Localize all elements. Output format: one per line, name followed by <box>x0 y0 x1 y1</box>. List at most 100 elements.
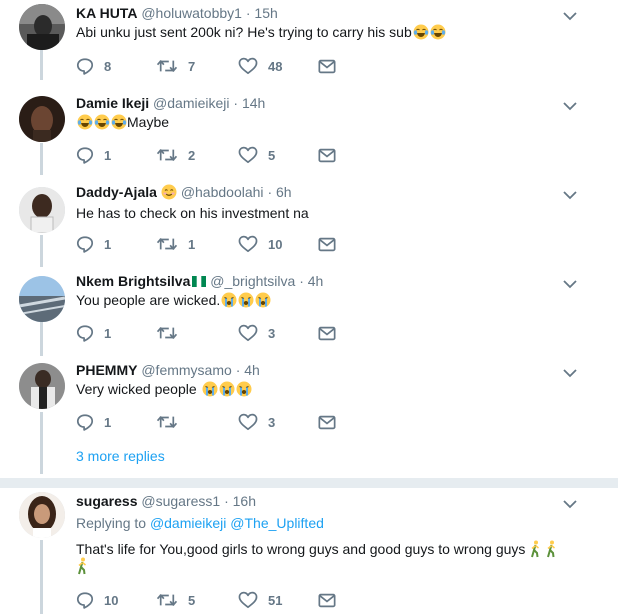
chevron-down-icon[interactable] <box>562 278 578 290</box>
chevron-down-icon[interactable] <box>562 10 578 22</box>
like-button[interactable]: 10 <box>238 234 282 254</box>
dm-icon <box>318 148 336 163</box>
like-icon <box>238 57 258 75</box>
reply-button[interactable]: 10 <box>76 590 118 610</box>
laughing-emoji <box>77 114 93 130</box>
username[interactable]: @femmysamo <box>141 362 231 378</box>
reply-count: 1 <box>104 147 112 163</box>
mention-link[interactable]: @The_Uplifted <box>230 515 324 531</box>
username[interactable]: @holuwatobby1 <box>141 5 242 21</box>
conversation-separator <box>0 478 618 488</box>
reply-button[interactable]: 1 <box>76 412 111 432</box>
retweet-icon <box>156 324 178 342</box>
tweet-text: That's life for You,good girls to wrong … <box>76 540 557 558</box>
display-name[interactable]: Damie Ikeji <box>76 95 149 111</box>
like-button[interactable]: 51 <box>238 590 282 610</box>
timestamp[interactable]: 4h <box>244 362 260 378</box>
tweet-item[interactable]: KA HUTA @holuwatobby1 · 15h Abi unku jus… <box>0 0 618 90</box>
tweet-item[interactable]: Daddy-Ajala @habdoolahi · 6h He has to c… <box>0 179 618 269</box>
separator-dot: · <box>235 362 241 378</box>
replying-to-label: Replying to <box>76 515 147 531</box>
dm-icon <box>318 237 336 252</box>
retweet-count: 7 <box>188 58 196 74</box>
like-icon <box>238 235 258 253</box>
reply-icon <box>76 324 94 342</box>
display-name[interactable]: sugaress <box>76 493 137 509</box>
display-name[interactable]: Daddy-Ajala <box>76 184 157 200</box>
avatar[interactable] <box>19 4 65 50</box>
tweet-text: Abi unku just sent 200k ni? He's trying … <box>76 24 446 40</box>
tweet-actions: 1 3 <box>76 323 346 343</box>
timestamp[interactable]: 16h <box>233 493 256 509</box>
reply-icon <box>76 146 94 164</box>
retweet-button[interactable]: 1 <box>156 234 195 254</box>
timestamp[interactable]: 6h <box>276 184 292 200</box>
username[interactable]: @damieikeji <box>153 95 229 111</box>
retweet-button[interactable]: 7 <box>156 56 195 76</box>
retweet-count: 1 <box>188 236 196 252</box>
username[interactable]: @sugaress1 <box>141 493 220 509</box>
chevron-down-icon[interactable] <box>562 189 578 201</box>
dm-icon <box>318 593 336 608</box>
retweet-button[interactable]: 2 <box>156 145 195 165</box>
tweet-item[interactable]: Nkem Brightsilva @_brightsilva · 4h You … <box>0 268 618 358</box>
like-icon <box>238 324 258 342</box>
retweet-button[interactable]: 5 <box>156 590 195 610</box>
like-button[interactable]: 3 <box>238 412 275 432</box>
laughing-emoji <box>430 24 446 40</box>
avatar[interactable] <box>19 276 65 322</box>
tweet-header: KA HUTA @holuwatobby1 · 15h <box>76 5 278 21</box>
dm-icon <box>318 326 336 341</box>
chevron-down-icon[interactable] <box>562 367 578 379</box>
tweet-text: Maybe <box>76 114 169 130</box>
username[interactable]: @habdoolahi <box>181 184 264 200</box>
timestamp[interactable]: 14h <box>242 95 265 111</box>
avatar[interactable] <box>19 363 65 409</box>
laughing-emoji <box>413 24 429 40</box>
reply-button[interactable]: 1 <box>76 145 111 165</box>
username[interactable]: @_brightsilva <box>210 273 295 289</box>
timestamp[interactable]: 15h <box>254 5 277 21</box>
dm-button[interactable] <box>318 412 336 432</box>
crying-emoji <box>236 381 252 397</box>
dm-button[interactable] <box>318 323 336 343</box>
reply-button[interactable]: 1 <box>76 234 111 254</box>
reply-count: 1 <box>104 414 112 430</box>
display-name[interactable]: Nkem Brightsilva <box>76 273 190 289</box>
reply-button[interactable]: 8 <box>76 56 111 76</box>
tweet-item[interactable]: PHEMMY @femmysamo · 4h Very wicked peopl… <box>0 357 618 447</box>
tweet-item[interactable]: Damie Ikeji @damieikeji · 14h Maybe 1 2 … <box>0 90 618 180</box>
like-button[interactable]: 48 <box>238 56 282 76</box>
like-count: 3 <box>268 325 276 341</box>
crying-emoji <box>221 292 237 308</box>
dm-button[interactable] <box>318 234 336 254</box>
chevron-down-icon[interactable] <box>562 100 578 112</box>
retweet-button[interactable] <box>156 323 188 343</box>
like-button[interactable]: 3 <box>238 323 275 343</box>
tweet-item[interactable]: sugaress @sugaress1 · 16h Replying to @d… <box>0 488 618 614</box>
retweet-icon <box>156 591 178 609</box>
display-name[interactable]: PHEMMY <box>76 362 137 378</box>
reply-button[interactable]: 1 <box>76 323 111 343</box>
mention-link[interactable]: @damieikeji <box>150 515 226 531</box>
dm-button[interactable] <box>318 590 336 610</box>
reply-count: 8 <box>104 58 112 74</box>
retweet-count: 5 <box>188 592 196 608</box>
avatar[interactable] <box>19 96 65 142</box>
avatar[interactable] <box>19 492 65 538</box>
like-count: 3 <box>268 414 276 430</box>
walking-emoji <box>545 540 557 558</box>
retweet-button[interactable] <box>156 412 188 432</box>
like-icon <box>238 591 258 609</box>
dm-button[interactable] <box>318 56 336 76</box>
display-name[interactable]: KA HUTA <box>76 5 137 21</box>
timestamp[interactable]: 4h <box>308 273 324 289</box>
dm-button[interactable] <box>318 145 336 165</box>
reply-count: 1 <box>104 236 112 252</box>
like-count: 10 <box>268 236 283 252</box>
like-button[interactable]: 5 <box>238 145 275 165</box>
avatar[interactable] <box>19 187 65 233</box>
more-replies-link[interactable]: 3 more replies <box>76 448 165 464</box>
walking-emoji <box>529 540 541 558</box>
chevron-down-icon[interactable] <box>562 498 578 510</box>
